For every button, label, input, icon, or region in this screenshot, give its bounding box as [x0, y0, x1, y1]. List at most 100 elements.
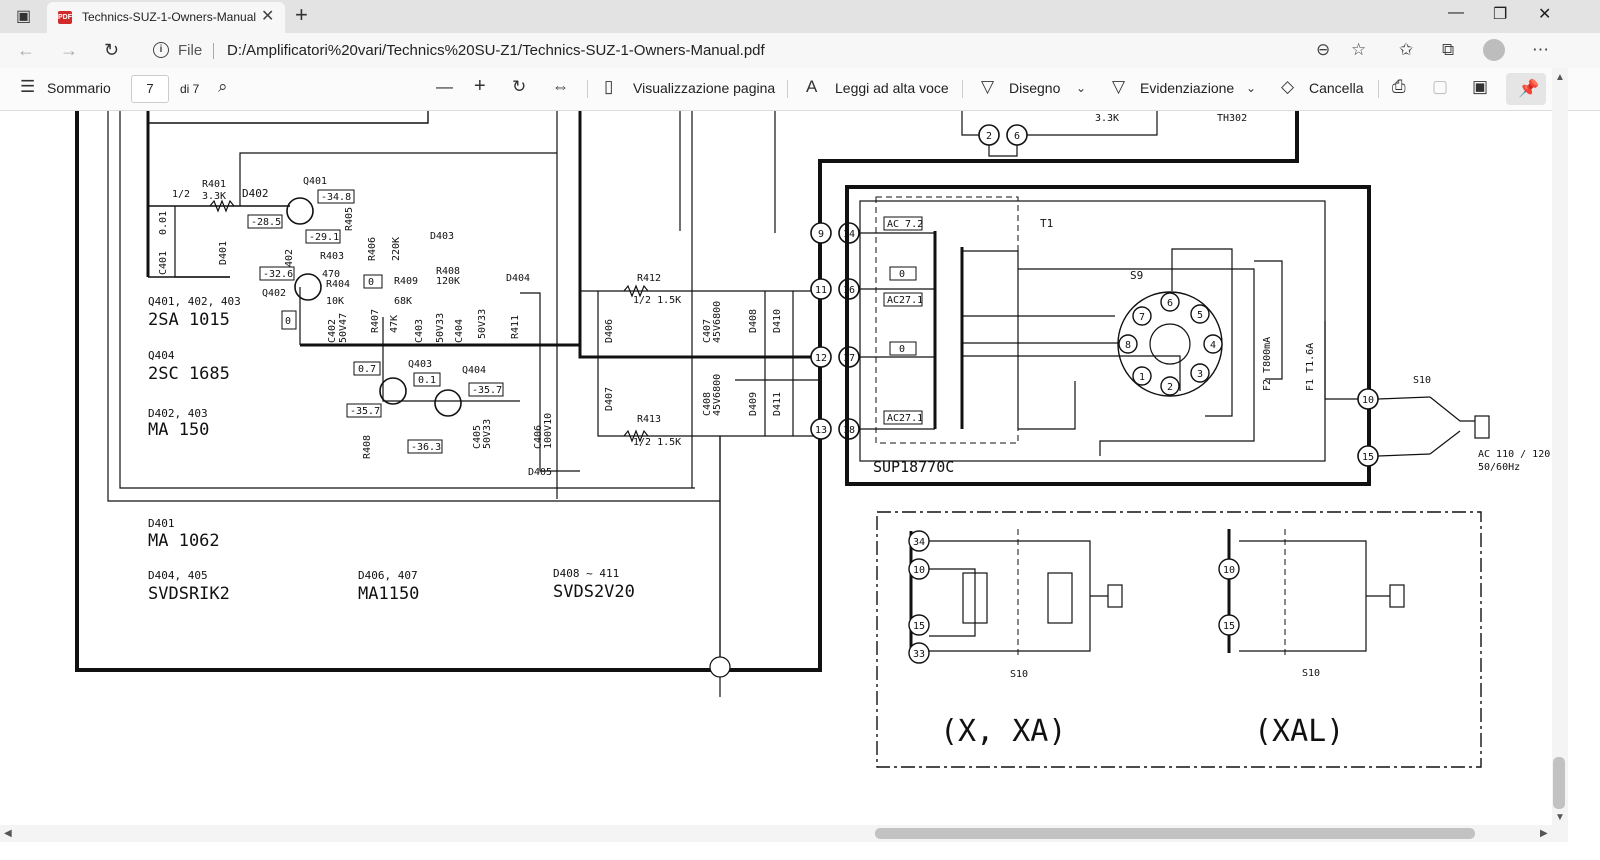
avatar[interactable] [1483, 39, 1505, 61]
page-view-button[interactable]: Visualizzazione pagina [633, 80, 775, 96]
schematic-label: S9 [1130, 269, 1143, 282]
page-count: di 7 [180, 82, 200, 96]
favorites-icon[interactable]: ✩ [1399, 40, 1413, 60]
schematic-label: R411 [510, 315, 521, 339]
zoom-out-icon[interactable]: — [436, 77, 453, 97]
scroll-right-icon[interactable]: ▶ [1540, 828, 1548, 839]
pin-number: 18 [843, 425, 855, 436]
schematic-label: 1/2 1.5K [633, 295, 681, 306]
chevron-down-icon[interactable]: ⌄ [1076, 81, 1086, 95]
schematic-label: 68K [394, 296, 412, 307]
minimize-button[interactable]: — [1448, 4, 1464, 22]
pin-number: 8 [1125, 340, 1131, 351]
legend-type: 2SA 1015 [148, 310, 230, 330]
back-icon[interactable]: ← [17, 40, 35, 61]
url-field[interactable]: D:/Amplificatori%20vari/Technics%20SU-Z1… [227, 42, 765, 59]
restore-button[interactable]: ❐ [1493, 4, 1507, 24]
schematic-label: D403 [430, 231, 454, 242]
highlight-icon[interactable]: ▽ [1112, 77, 1125, 97]
save-as-icon[interactable]: ▣ [1472, 77, 1488, 97]
schematic-label: R408 [362, 435, 373, 459]
close-tab-icon[interactable]: ✕ [261, 6, 274, 26]
horizontal-scroll-thumb[interactable] [875, 828, 1475, 839]
fit-width-icon[interactable]: ⇔ [552, 77, 569, 97]
schematic-label: R404 [326, 279, 350, 290]
legend-type: SVDSRIK2 [148, 584, 230, 604]
draw-button[interactable]: Disegno [1009, 80, 1060, 96]
schematic-label: D409 [748, 392, 759, 416]
pin-toolbar-button[interactable]: 📌 [1506, 73, 1546, 105]
schematic-label: D406 [604, 319, 615, 343]
schematic-label: Q401 [303, 176, 327, 187]
contents-icon[interactable]: ☰ [20, 77, 35, 97]
add-favorite-icon[interactable]: ☆ [1351, 40, 1366, 60]
search-icon[interactable]: ⌕ [218, 77, 228, 97]
schematic-label: 1/2 1.5K [633, 437, 681, 448]
schematic-label: D410 [772, 309, 783, 333]
chevron-down-icon[interactable]: ⌄ [1246, 81, 1256, 95]
highlight-button[interactable]: Evidenziazione [1140, 80, 1234, 96]
erase-icon[interactable]: ◇ [1281, 77, 1294, 97]
schematic-label: 1/2 [172, 189, 190, 200]
pin-number: 10 [913, 565, 925, 576]
pin-number: 12 [815, 353, 827, 364]
print-icon[interactable]: ⎙ [1392, 77, 1406, 97]
schematic-label: C403 [414, 319, 425, 343]
zoom-icon[interactable]: ⊖ [1316, 40, 1330, 60]
rotate-icon[interactable]: ↻ [512, 77, 526, 97]
vertical-scrollbar[interactable] [1552, 68, 1568, 842]
new-tab-button[interactable]: + [295, 2, 308, 28]
schematic-label: R413 [637, 414, 661, 425]
pdf-page-view[interactable]: 1/2 Q401 Q402 Q403 Q404 R401 3.3K R403 4… [0, 111, 1552, 825]
module-name: SUP18770C [873, 458, 954, 476]
close-window-button[interactable]: ✕ [1538, 4, 1551, 24]
pin-number: 15 [913, 621, 925, 632]
schematic-label: D402 [242, 187, 269, 200]
read-aloud-icon[interactable]: A [806, 77, 817, 97]
voltage-tag: 0 [368, 277, 374, 288]
erase-button[interactable]: Cancella [1309, 80, 1363, 96]
schematic-label: 50/60Hz [1478, 462, 1520, 473]
refresh-icon[interactable]: ↻ [104, 40, 119, 61]
schematic-label: C401 [158, 251, 169, 275]
voltage-tag: 0 [285, 316, 291, 327]
schematic-label: 100V10 [543, 413, 554, 449]
tap-label: 0 [899, 344, 905, 355]
pin-number: 7 [1139, 312, 1145, 323]
page-number-input[interactable]: 7 [131, 75, 169, 103]
save-icon[interactable]: ▢ [1432, 77, 1448, 97]
voltage-tag: 0.1 [418, 375, 436, 386]
schematic-label: R409 [394, 276, 418, 287]
pin-icon: 📌 [1518, 79, 1540, 98]
page-view-icon[interactable]: ▯ [604, 77, 613, 97]
more-menu-icon[interactable]: ⋯ [1532, 40, 1549, 60]
schematic-label: Q404 [462, 365, 486, 376]
pdf-file-icon: PDF [58, 11, 72, 24]
contents-button[interactable]: Sommario [47, 80, 111, 96]
url-scheme: File [178, 42, 203, 59]
schematic-label: C404 [454, 319, 465, 343]
legend-parts: D404, 405 [148, 569, 208, 582]
voltage-tag: -35.7 [472, 385, 502, 396]
pdf-toolbar: ☰ Sommario 7 di 7 ⌕ — + ↻ ⇔ ▯ Visualizza… [0, 68, 1600, 111]
tab-actions-icon[interactable]: ▣ [16, 6, 31, 26]
legend-parts: D401 [148, 517, 175, 530]
pin-number: 6 [1014, 131, 1020, 142]
scroll-up-icon[interactable]: ▲ [1555, 72, 1565, 83]
tab-active[interactable]: PDF Technics-SUZ-1-Owners-Manual.pdf ✕ [47, 2, 285, 33]
info-icon[interactable]: i [153, 42, 169, 58]
zoom-in-icon[interactable]: + [474, 75, 486, 98]
schematic-label: 120K [436, 276, 460, 287]
schematic-label: T1 [1040, 217, 1053, 230]
collections-icon[interactable]: ⧉ [1442, 40, 1454, 60]
vertical-scroll-thumb[interactable] [1553, 757, 1565, 809]
draw-icon[interactable]: ▽ [981, 77, 994, 97]
pin-number: 5 [1197, 310, 1203, 321]
pin-number: 15 [1223, 621, 1235, 632]
voltage-tag: -36.3 [411, 442, 441, 453]
pin-number: 14 [843, 229, 855, 240]
read-aloud-button[interactable]: Leggi ad alta voce [835, 80, 949, 96]
scroll-left-icon[interactable]: ◀ [4, 828, 12, 839]
forward-icon[interactable]: → [60, 40, 78, 61]
scroll-down-icon[interactable]: ▼ [1555, 812, 1565, 823]
